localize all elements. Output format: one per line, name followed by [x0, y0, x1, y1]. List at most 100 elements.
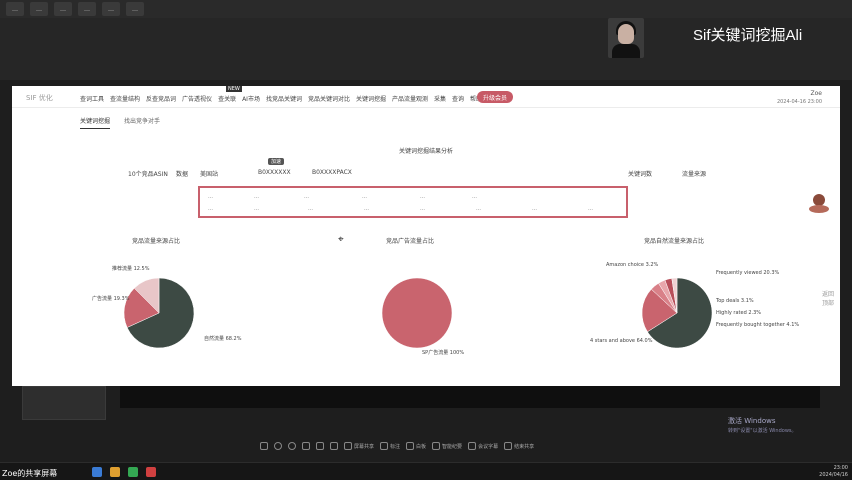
nav-item[interactable]: 产品流量观测	[392, 94, 428, 103]
tab-keyword-mining[interactable]: 关键词挖掘	[80, 116, 111, 129]
user-name: Zoe	[810, 90, 822, 97]
app-icon[interactable]	[92, 467, 102, 477]
pie-label: SP广告流量 100%	[422, 350, 465, 356]
keyword-tag[interactable]: …	[208, 206, 213, 212]
stop-share-button[interactable]: 结束共享	[504, 442, 534, 450]
browser-tab[interactable]: …	[6, 2, 24, 16]
activation-title: 激活 Windows	[728, 417, 776, 425]
webcam-face	[618, 24, 634, 44]
toolbar-button[interactable]: 会议字幕	[468, 442, 498, 450]
webcam-video	[608, 18, 644, 58]
toolbar-button[interactable]: 屏幕共享	[344, 442, 374, 450]
webcam-body	[612, 44, 640, 58]
share-owner-label: Zoe的共享屏幕	[2, 469, 58, 478]
windows-activation-watermark: 激活 Windows 转到"设置"以激活 Windows。	[728, 416, 797, 436]
user-info[interactable]: Zoe 2024-04-16 23:00	[777, 90, 822, 106]
toolbar-label: 会议字幕	[478, 443, 499, 450]
nav-item[interactable]: 找竞品关键词	[266, 94, 302, 103]
activation-subtitle: 转到"设置"以激活 Windows。	[728, 428, 797, 434]
tab-find-competitors[interactable]: 找出竞争对手	[124, 116, 160, 129]
mascot-icon[interactable]	[806, 190, 832, 214]
browser-tab[interactable]: …	[126, 2, 144, 16]
toolbar-label: 屏幕共享	[354, 443, 375, 450]
app-icon[interactable]	[146, 467, 156, 477]
pie-label: Amazon choice 3.2%	[606, 262, 659, 268]
brand-watermark: Sif关键词挖掘Ali	[693, 24, 802, 45]
summary-item: 关键词数	[628, 171, 653, 178]
keyword-tag[interactable]: …	[362, 194, 367, 200]
tool-icon	[316, 442, 324, 450]
app-logo[interactable]: SIF 优化	[26, 93, 53, 103]
toolbar-button[interactable]	[288, 442, 296, 450]
system-tray-clock[interactable]: 23:00 2024/04/16	[819, 465, 848, 479]
tool-icon	[344, 442, 352, 450]
nav-item[interactable]: 查询	[452, 94, 464, 103]
subtab-bar: 关键词挖掘 找出竞争对手	[80, 116, 160, 129]
keyword-tag[interactable]: …	[254, 206, 259, 212]
keyword-tag[interactable]: …	[308, 206, 313, 212]
browser-tab[interactable]: …	[102, 2, 120, 16]
nav-item[interactable]: 查流量结构	[110, 94, 140, 103]
keyword-tag[interactable]: …	[254, 194, 259, 200]
nav-item[interactable]: 反查竞品词	[146, 94, 176, 103]
keyword-tag[interactable]: …	[420, 206, 425, 212]
summary-item: B0XXXXXX	[258, 169, 291, 176]
chart-title: 竞品流量来源占比	[132, 238, 181, 245]
traffic-source-pie	[123, 277, 195, 349]
keyword-tag[interactable]: …	[304, 194, 309, 200]
app-icon[interactable]	[110, 467, 120, 477]
toolbar-button[interactable]: 白板	[406, 442, 426, 450]
speed-tag[interactable]: 加速	[268, 158, 285, 165]
thumbnail-panel	[22, 386, 106, 420]
app-icon[interactable]	[128, 467, 138, 477]
browser-tab[interactable]: …	[78, 2, 96, 16]
nav-menu: 查词工具 查流量结构 反查竞品词 广告透视仪 查关联 AI市场 找竞品关键词 竞…	[80, 94, 482, 103]
meeting-toolbar: 屏幕共享 标注 白板 智能纪要 会议字幕 结束共享	[260, 442, 534, 450]
tray-time: 23:00	[833, 465, 848, 471]
upgrade-button[interactable]: 升级会员	[477, 91, 514, 103]
toolbar-label: 智能纪要	[442, 443, 463, 450]
nav-item[interactable]: 查关联	[218, 94, 236, 103]
keyword-tag[interactable]: …	[420, 194, 425, 200]
toolbar-button[interactable]	[330, 442, 338, 450]
windows-taskbar: Zoe的共享屏幕 23:00 2024/04/16	[0, 462, 852, 480]
nav-item[interactable]: AI市场	[242, 94, 260, 103]
summary-row: 10个竞品ASIN 数据 美国站 B0XXXXXX B0XXXXPACX 关键词…	[12, 169, 840, 179]
toolbar-label: 结束共享	[514, 443, 535, 450]
tool-icon	[288, 442, 296, 450]
tool-icon	[432, 442, 441, 450]
browser-tab[interactable]: …	[54, 2, 72, 16]
nav-item[interactable]: 查词工具	[80, 94, 104, 103]
top-navigation: SIF 优化 查词工具 查流量结构 反查竞品词 广告透视仪 查关联 AI市场 找…	[12, 86, 840, 108]
summary-item: 美国站	[200, 171, 219, 178]
keyword-tag[interactable]: …	[208, 194, 213, 200]
video-area	[120, 386, 820, 408]
brand-text: Sif关键词	[693, 27, 756, 44]
nav-item[interactable]: 关键词挖掘	[356, 94, 386, 103]
keyword-tag[interactable]: …	[364, 206, 369, 212]
shared-app-window: SIF 优化 查词工具 查流量结构 反查竞品词 广告透视仪 查关联 AI市场 找…	[12, 86, 840, 386]
pie-label: 广告流量 19.3%	[92, 296, 130, 302]
toolbar-label: 标注	[390, 443, 401, 450]
keyword-tag[interactable]: …	[588, 206, 593, 212]
toolbar-button[interactable]	[302, 442, 310, 450]
keyword-tag[interactable]: …	[476, 206, 481, 212]
browser-tab[interactable]: …	[30, 2, 48, 16]
nav-item[interactable]: 采集	[434, 94, 446, 103]
toolbar-button[interactable]	[274, 442, 282, 450]
pie-slice[interactable]	[381, 277, 453, 349]
toolbar-button[interactable]	[316, 442, 324, 450]
keyword-tag[interactable]: …	[532, 206, 537, 212]
brand-suffix: 挖掘Ali	[755, 27, 803, 44]
nav-item[interactable]: 竞品关键词对比	[308, 94, 350, 103]
tool-icon	[274, 442, 282, 450]
user-date: 2024-04-16 23:00	[776, 99, 822, 105]
ad-traffic-pie	[381, 277, 453, 349]
back-to-top-strip[interactable]: 返回顶部	[822, 290, 834, 308]
toolbar-button[interactable]: 智能纪要	[432, 442, 462, 450]
toolbar-button[interactable]	[260, 442, 268, 450]
toolbar-button[interactable]: 标注	[380, 442, 400, 450]
pie-label: Highly rated 2.3%	[716, 310, 762, 316]
keyword-tag[interactable]: …	[472, 194, 477, 200]
nav-item[interactable]: 广告透视仪	[182, 94, 212, 103]
